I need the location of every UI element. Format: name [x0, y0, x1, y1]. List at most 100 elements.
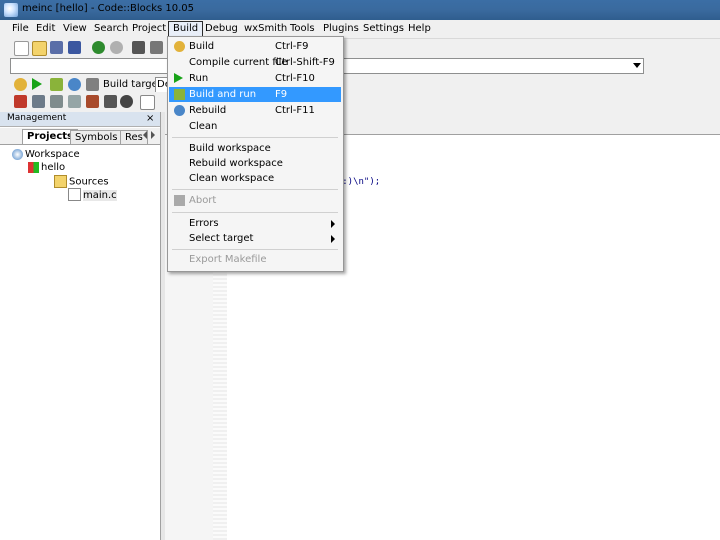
- stop-debugger-icon[interactable]: [104, 95, 117, 108]
- rebuild-icon[interactable]: [68, 78, 81, 91]
- step-into-icon[interactable]: [68, 95, 81, 108]
- menu-item-build-workspace[interactable]: Build workspace: [169, 141, 341, 156]
- menu-item-shortcut: Ctrl-Shift-F9: [275, 57, 335, 68]
- close-icon[interactable]: ×: [146, 113, 154, 124]
- run-play-icon: [174, 73, 183, 83]
- submenu-arrow-icon: [331, 220, 335, 228]
- tree-item-file[interactable]: main.c: [68, 188, 117, 201]
- tree-item-project[interactable]: hello: [28, 161, 65, 174]
- build-gear-icon[interactable]: [14, 78, 27, 91]
- debug-windows-icon[interactable]: [140, 95, 155, 110]
- management-header: Management ×: [0, 112, 160, 127]
- menu-tools[interactable]: Tools: [286, 22, 319, 36]
- management-panel: Management × Projects Symbols Res Worksp…: [0, 112, 161, 540]
- menu-item-label: Errors: [189, 218, 219, 229]
- menu-item-label: Rebuild workspace: [189, 158, 283, 169]
- tab-scroll-right-icon[interactable]: [151, 131, 155, 139]
- menu-item-rebuild[interactable]: Rebuild Ctrl-F11: [169, 103, 341, 118]
- folder-icon: [54, 175, 67, 188]
- save-all-icon[interactable]: [68, 41, 81, 54]
- menu-item-clean-workspace[interactable]: Clean workspace: [169, 171, 341, 186]
- menu-separator: [172, 212, 338, 213]
- menu-item-shortcut: Ctrl-F9: [275, 41, 309, 52]
- menu-item-label: Select target: [189, 233, 254, 244]
- redo-icon[interactable]: [110, 41, 123, 54]
- menu-item-label: Clean: [189, 121, 218, 132]
- menu-item-errors[interactable]: Errors: [169, 216, 341, 231]
- menu-item-run[interactable]: Run Ctrl-F10: [169, 71, 341, 86]
- menu-item-clean[interactable]: Clean: [169, 119, 341, 134]
- menu-edit[interactable]: Edit: [32, 22, 59, 36]
- menu-item-label: Rebuild: [189, 105, 227, 116]
- menu-plugins[interactable]: Plugins: [319, 22, 363, 36]
- next-line-icon[interactable]: [50, 95, 63, 108]
- menu-item-export-makefile: Export Makefile: [169, 252, 341, 267]
- tree-label-project: hello: [41, 162, 66, 173]
- menu-item-rebuild-workspace[interactable]: Rebuild workspace: [169, 156, 341, 171]
- chevron-down-icon: [633, 63, 641, 68]
- step-out-icon[interactable]: [86, 95, 99, 108]
- file-icon: [68, 188, 81, 201]
- undo-icon[interactable]: [92, 41, 105, 54]
- tree-label-file: main.c: [83, 189, 117, 201]
- menu-item-label: Build: [189, 41, 215, 52]
- menu-settings[interactable]: Settings: [359, 22, 408, 36]
- menu-separator: [172, 137, 338, 138]
- tree-label-workspace: Workspace: [25, 149, 80, 160]
- tree-item-workspace[interactable]: Workspace: [12, 148, 80, 161]
- menu-file[interactable]: File: [8, 22, 33, 36]
- menu-item-abort: Abort: [169, 193, 341, 208]
- run-play-icon[interactable]: [32, 78, 42, 90]
- menu-item-build-and-run[interactable]: Build and run F9: [169, 87, 341, 102]
- menu-debug[interactable]: Debug: [201, 22, 242, 36]
- menu-separator: [172, 189, 338, 190]
- build-menu-dropdown: Build Ctrl-F9 Compile current file Ctrl-…: [167, 36, 344, 272]
- menu-item-label: Export Makefile: [189, 254, 267, 265]
- debug-info-icon[interactable]: [120, 95, 133, 108]
- menu-item-label: Build workspace: [189, 143, 271, 154]
- title-bar: meinc [hello] - Code::Blocks 10.05: [0, 0, 720, 20]
- new-file-icon[interactable]: [14, 41, 29, 56]
- menu-item-label: Compile current file: [189, 57, 288, 68]
- abort-icon[interactable]: [86, 78, 99, 91]
- rebuild-icon: [174, 105, 185, 116]
- menu-item-label: Clean workspace: [189, 173, 275, 184]
- build-and-run-icon[interactable]: [50, 78, 63, 91]
- menu-search[interactable]: Search: [90, 22, 132, 36]
- build-and-run-icon: [174, 89, 185, 100]
- tab-scroll-left-icon[interactable]: [143, 131, 147, 139]
- main-toolbar: [0, 38, 170, 58]
- menu-view[interactable]: View: [59, 22, 91, 36]
- menu-separator: [172, 249, 338, 250]
- menu-item-shortcut: Ctrl-F11: [275, 105, 315, 116]
- menu-item-build[interactable]: Build Ctrl-F9: [169, 39, 341, 54]
- menu-item-label: Run: [189, 73, 209, 84]
- menu-help[interactable]: Help: [404, 22, 435, 36]
- menu-item-shortcut: F9: [275, 89, 288, 100]
- debugger-toolbar: [0, 92, 170, 112]
- menu-wxsmith[interactable]: wxSmith: [240, 22, 291, 36]
- copy-icon[interactable]: [150, 41, 163, 54]
- menu-item-shortcut: Ctrl-F10: [275, 73, 315, 84]
- tree-label-sources: Sources: [69, 176, 109, 188]
- menu-item-label: Build and run: [189, 89, 257, 100]
- tree-item-sources[interactable]: Sources: [54, 175, 109, 188]
- submenu-arrow-icon: [331, 235, 335, 243]
- project-icon: [28, 161, 39, 173]
- menu-bar: File Edit View Search Project Build Debu…: [0, 20, 720, 39]
- abort-icon: [174, 195, 185, 206]
- tab-symbols[interactable]: Symbols: [70, 130, 123, 144]
- menu-item-compile-current-file[interactable]: Compile current file Ctrl-Shift-F9: [169, 55, 341, 70]
- open-folder-icon[interactable]: [32, 41, 47, 56]
- run-to-cursor-icon[interactable]: [32, 95, 45, 108]
- menu-project[interactable]: Project: [128, 22, 170, 36]
- save-icon[interactable]: [50, 41, 63, 54]
- debug-start-icon[interactable]: [14, 95, 27, 108]
- fold-margin: [213, 272, 227, 540]
- menu-item-select-target[interactable]: Select target: [169, 231, 341, 246]
- window-title: meinc [hello] - Code::Blocks 10.05: [22, 3, 195, 14]
- menu-build[interactable]: Build: [168, 21, 204, 37]
- menu-item-label: Abort: [189, 195, 217, 206]
- management-tabs: Projects Symbols Res: [0, 128, 160, 145]
- cut-icon[interactable]: [132, 41, 145, 54]
